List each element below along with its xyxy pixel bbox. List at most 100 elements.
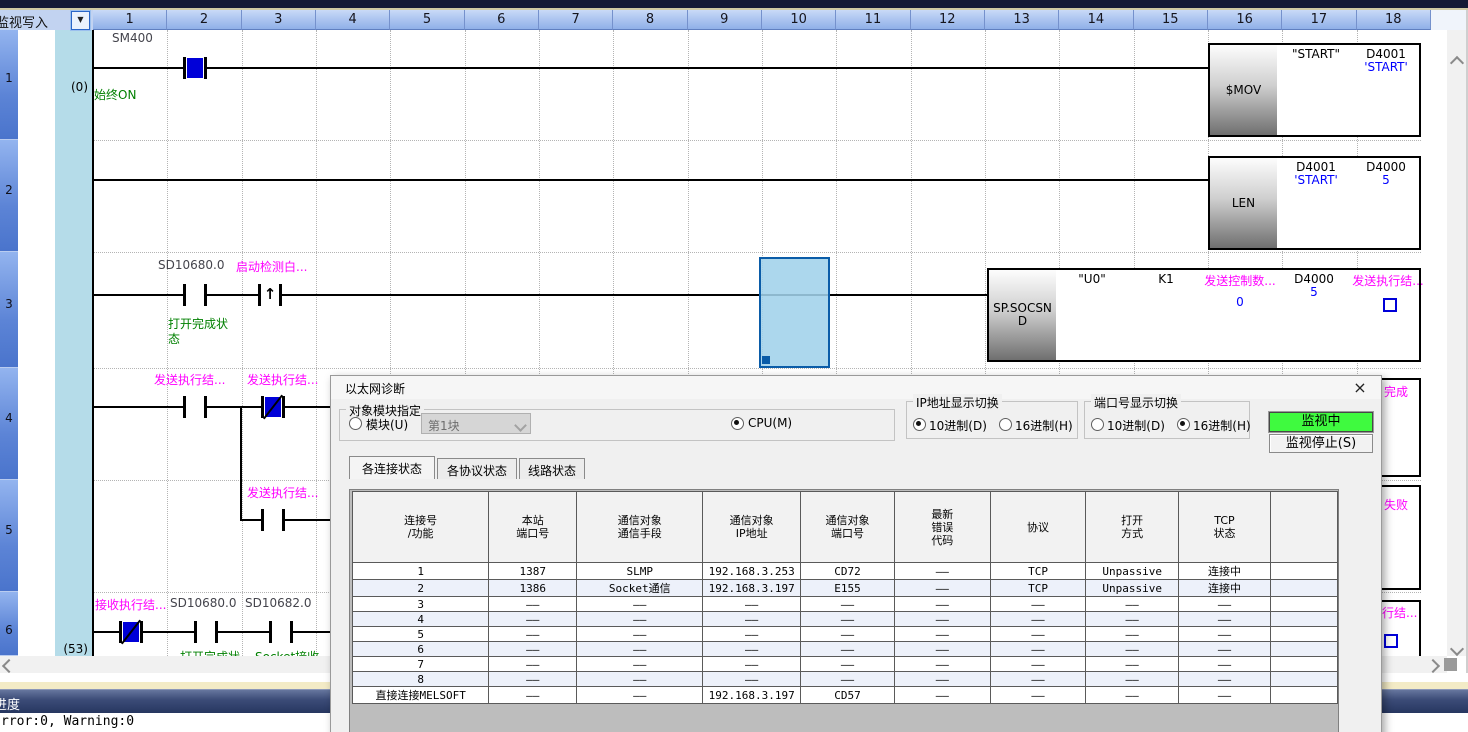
table-cell: —— [990,627,1086,642]
table-cell: 192.168.3.197 [703,687,801,704]
port-hex-radio[interactable] [1177,418,1190,431]
vertical-scrollbar[interactable] [1447,30,1466,656]
rung2-line [93,179,1208,181]
ruler-column: 9 [688,10,762,30]
table-cell [1270,687,1337,704]
table-header-cell: 通信对象 IP地址 [703,492,801,563]
contact-rising-edge[interactable]: ↑ [258,284,282,306]
scroll-up-icon[interactable] [1450,56,1464,70]
ip-hex-radio[interactable] [999,418,1012,431]
dialog-title: 以太网诊断 [345,380,405,397]
contact-send-exec-branch[interactable] [261,509,285,531]
contact-nc-send-exec-energized[interactable] [261,396,285,418]
ip-hex-label[interactable]: 16进制(H) [1015,417,1073,434]
table-cell: —— [489,672,577,687]
ladder-cursor-cell[interactable] [759,257,830,368]
table-cell: —— [894,627,990,642]
tab-protocol-status[interactable]: 各协议状态 [437,458,517,479]
table-cell: —— [801,657,895,672]
contact-sm400-energized[interactable] [183,57,207,79]
grid-row-line [93,368,1421,369]
scroll-down-icon[interactable] [1450,642,1464,656]
table-cell: E155 [801,580,895,597]
table-cell: —— [990,687,1086,704]
ip-dec-radio[interactable] [913,418,926,431]
table-row: 6———————————————— [353,642,1338,657]
instruction-box-mov[interactable]: $MOV "START" D4001 'START' [1208,43,1421,137]
port-dec-radio[interactable] [1091,418,1104,431]
rung3-line [93,294,987,296]
port-hex-label[interactable]: 16进制(H) [1193,417,1251,434]
port-dec-label[interactable]: 10进制(D) [1107,417,1165,434]
label-fragment-failed: 失败 [1384,496,1408,513]
mode-dropdown-button[interactable]: ▼ [71,11,90,30]
table-cell: —— [703,672,801,687]
scroll-right-icon[interactable] [1426,659,1440,673]
cursor-handle[interactable] [762,356,770,364]
table-cell [1270,672,1337,687]
table-cell: —— [990,672,1086,687]
rung-number: 2 [0,140,18,252]
cpu-radio[interactable] [731,417,744,430]
table-header-row: 连接号 /功能本站 端口号通信对象 通信手段通信对象 IP地址通信对象 端口号最… [353,492,1338,563]
table-cell: Unpassive [1086,580,1178,597]
table-cell: —— [894,597,990,612]
dialog-titlebar[interactable]: 以太网诊断 × [331,376,1381,399]
table-cell: —— [894,612,990,627]
tab-line-status[interactable]: 线路状态 [519,458,585,479]
contact-sd10680-r6[interactable] [194,621,218,643]
ruler-column: 17 [1282,10,1356,30]
grid-column-line [242,30,243,656]
table-cell: —— [489,612,577,627]
hscroll-thumb[interactable] [1444,658,1457,671]
table-cell: 4 [353,612,489,627]
module-radio[interactable] [349,417,362,430]
table-header-cell: 连接号 /功能 [353,492,489,563]
instruction-box-len[interactable]: LEN D4001 'START' D4000 5 [1208,156,1421,250]
cpu-radio-label[interactable]: CPU(M) [748,416,792,430]
contact-nc-recv-exec-energized[interactable] [119,621,143,643]
ruler-column: 8 [613,10,687,30]
table-cell: —— [489,642,577,657]
table-cell: —— [990,642,1086,657]
contact-sd10680[interactable] [183,284,207,306]
instruction-box-socsnd[interactable]: SP.SOCSND "U0" K1 发送控制数... 0 D4000 5 发送执… [987,268,1421,362]
table-cell [1270,563,1337,580]
table-cell: 6 [353,642,489,657]
label-fragment-exec-result: 行结... [1382,604,1417,621]
table-row: 21386Socket通信192.168.3.197E155——TCPUnpas… [353,580,1338,597]
table-cell: 192.168.3.253 [703,563,801,580]
contact-send-exec[interactable] [183,396,207,418]
table-row: 直接连接MELSOFT————192.168.3.197CD57———————— [353,687,1338,704]
ip-display-group-label: IP地址显示切换 [913,394,1002,411]
table-cell: Unpassive [1086,563,1178,580]
monitor-stop-button[interactable]: 监视停止(S) [1269,434,1373,453]
table-header-cell: 协议 [990,492,1086,563]
table-header-cell: 本站 端口号 [489,492,577,563]
monitor-value-d4000: 5 [1277,285,1351,299]
table-cell: —— [990,612,1086,627]
monitoring-status-button[interactable]: 监视中 [1269,412,1373,432]
table-cell [1270,627,1337,642]
instruction-name-mov: $MOV [1210,45,1277,135]
monitor-value-d4001: 'START' [1279,173,1353,187]
scroll-left-icon[interactable] [2,659,16,673]
table-cell: 1386 [489,580,577,597]
ruler-column: 10 [762,10,836,30]
table-cell: —— [801,597,895,612]
tab-connection-status[interactable]: 各连接状态 [349,456,435,479]
table-cell: —— [990,657,1086,672]
rising-edge-arrow-icon: ↑ [258,283,282,305]
table-cell: —— [489,687,577,704]
close-icon[interactable]: × [1351,378,1369,397]
ruler-column: 6 [465,10,539,30]
error-warning-status: rror:0, Warning:0 [1,714,134,729]
ip-dec-label[interactable]: 10进制(D) [929,417,987,434]
module-radio-label[interactable]: 模块(U) [366,416,408,433]
table-cell: —— [1086,672,1178,687]
contact-sd10682-r6[interactable] [269,621,293,643]
table-cell: —— [489,597,577,612]
ruler-column: 11 [836,10,910,30]
operand-u0: "U0" [1055,272,1129,286]
table-cell: —— [703,627,801,642]
